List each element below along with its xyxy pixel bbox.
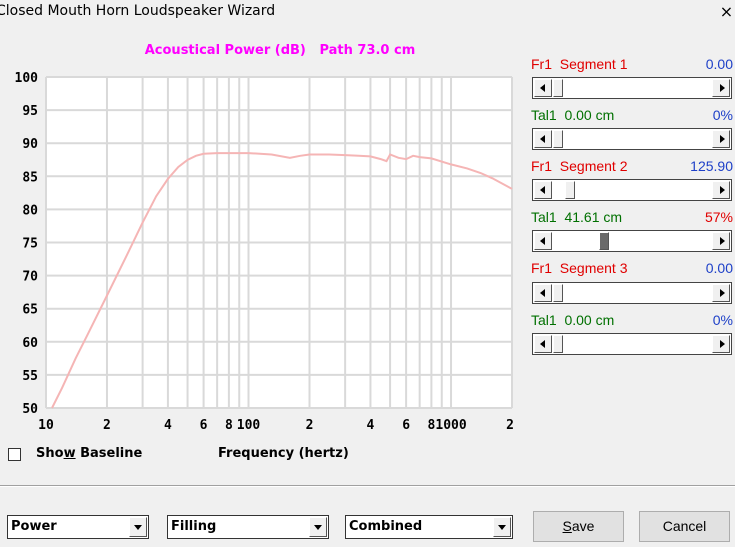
mode-select-value: Combined <box>349 519 423 534</box>
segment-3-freq-slider[interactable] <box>532 282 732 304</box>
window-title: Closed Mouth Horn Loudspeaker Wizard <box>0 3 276 19</box>
scroll-right-arrow-icon[interactable] <box>712 284 730 302</box>
y-tick-label: 100 <box>15 71 39 86</box>
scroll-right-arrow-icon[interactable] <box>712 335 730 353</box>
x-tick-label: 4 <box>367 418 375 433</box>
frequency-response-chart: 10095908580757065605550 10 2 4 6 8 100 2 4 6 8 100… <box>15 71 514 433</box>
slider-thumb[interactable] <box>553 130 563 148</box>
y-tick-label: 95 <box>22 104 38 119</box>
slider-thumb[interactable] <box>553 284 563 302</box>
slider-thumb[interactable] <box>598 232 609 250</box>
y-tick-label: 90 <box>22 137 38 152</box>
x-tick-label: 2 <box>306 418 314 433</box>
save-button[interactable]: Save <box>533 511 624 542</box>
separator <box>0 485 735 487</box>
filling-select-value: Filling <box>171 519 217 534</box>
segment-1-freq-value: 0.00 <box>705 56 733 72</box>
segment-1-taper-value: 0% <box>712 107 733 123</box>
y-tick-label: 80 <box>22 203 38 218</box>
slider-thumb[interactable] <box>553 335 563 353</box>
segment-3-freq-value: 0.00 <box>705 260 733 276</box>
segment-2-freq-value: 125.90 <box>690 158 733 174</box>
x-tick-label: 1000 <box>435 418 466 433</box>
x-axis-label: Frequency (hertz) <box>218 446 349 461</box>
segment-1-freq-label: Fr1 Segment 1 <box>531 56 628 72</box>
x-tick-label: 2 <box>103 418 111 433</box>
slider-thumb[interactable] <box>564 181 575 199</box>
scroll-right-arrow-icon[interactable] <box>712 181 730 199</box>
cancel-button[interactable]: Cancel <box>639 511 730 542</box>
filling-select[interactable]: Filling <box>167 515 329 539</box>
x-tick-label: 10 <box>38 418 54 433</box>
scroll-left-arrow-icon[interactable] <box>534 130 552 148</box>
segment-2-taper-slider[interactable] <box>532 230 732 252</box>
mode-select[interactable]: Combined <box>345 515 513 539</box>
x-tick-label: 4 <box>164 418 172 433</box>
segment-3-freq-label: Fr1 Segment 3 <box>531 260 628 276</box>
measure-select[interactable]: Power <box>7 515 149 539</box>
checkbox-box[interactable] <box>8 448 21 461</box>
slider-thumb[interactable] <box>553 79 563 97</box>
chart-title: Acoustical Power (dB) Path 73.0 cm <box>144 43 416 58</box>
y-tick-label: 65 <box>22 303 38 318</box>
title-bar: Closed Mouth Horn Loudspeaker Wizard × <box>0 0 735 25</box>
scroll-left-arrow-icon[interactable] <box>534 232 552 250</box>
y-tick-labels: 100 95 90 85 80 75 70 65 60 55 50 <box>15 71 39 417</box>
chevron-down-icon[interactable] <box>129 517 147 537</box>
x-tick-label: 2 <box>506 418 514 433</box>
y-tick-label: 85 <box>22 170 38 185</box>
scroll-left-arrow-icon[interactable] <box>534 284 552 302</box>
x-tick-label: 8 <box>427 418 435 433</box>
scroll-left-arrow-icon[interactable] <box>534 335 552 353</box>
y-tick-label: 60 <box>22 336 38 351</box>
close-icon[interactable]: × <box>718 0 735 24</box>
measure-select-value: Power <box>11 519 57 534</box>
show-baseline-label: Show Baseline <box>36 446 143 461</box>
segment-3-taper-label: Tal1 0.00 cm <box>531 312 615 328</box>
segment-1-taper-slider[interactable] <box>532 128 732 150</box>
x-tick-labels: 10 2 4 6 8 100 2 4 6 8 1000 2 <box>38 418 514 433</box>
y-tick-label: 70 <box>22 270 38 285</box>
segment-3-taper-value: 0% <box>712 312 733 328</box>
x-tick-label: 100 <box>237 418 261 433</box>
y-tick-label: 50 <box>22 402 38 417</box>
x-tick-label: 6 <box>200 418 208 433</box>
segment-2-taper-label: Tal1 41.61 cm <box>531 209 623 225</box>
y-tick-label: 55 <box>22 369 38 384</box>
segment-1-taper-label: Tal1 0.00 cm <box>531 107 615 123</box>
segment-1-freq-slider[interactable] <box>532 77 732 99</box>
x-tick-label: 6 <box>402 418 410 433</box>
segment-3-taper-slider[interactable] <box>532 333 732 355</box>
segment-2-taper-value: 57% <box>704 209 733 225</box>
chevron-down-icon[interactable] <box>493 517 511 537</box>
scroll-left-arrow-icon[interactable] <box>534 79 552 97</box>
segment-2-freq-label: Fr1 Segment 2 <box>531 158 628 174</box>
y-tick-label: 75 <box>22 237 38 252</box>
scroll-right-arrow-icon[interactable] <box>712 130 730 148</box>
segment-2-freq-slider[interactable] <box>532 179 732 201</box>
x-tick-label: 8 <box>225 418 233 433</box>
scroll-right-arrow-icon[interactable] <box>712 232 730 250</box>
scroll-left-arrow-icon[interactable] <box>534 181 552 199</box>
scroll-right-arrow-icon[interactable] <box>712 79 730 97</box>
chevron-down-icon[interactable] <box>309 517 327 537</box>
